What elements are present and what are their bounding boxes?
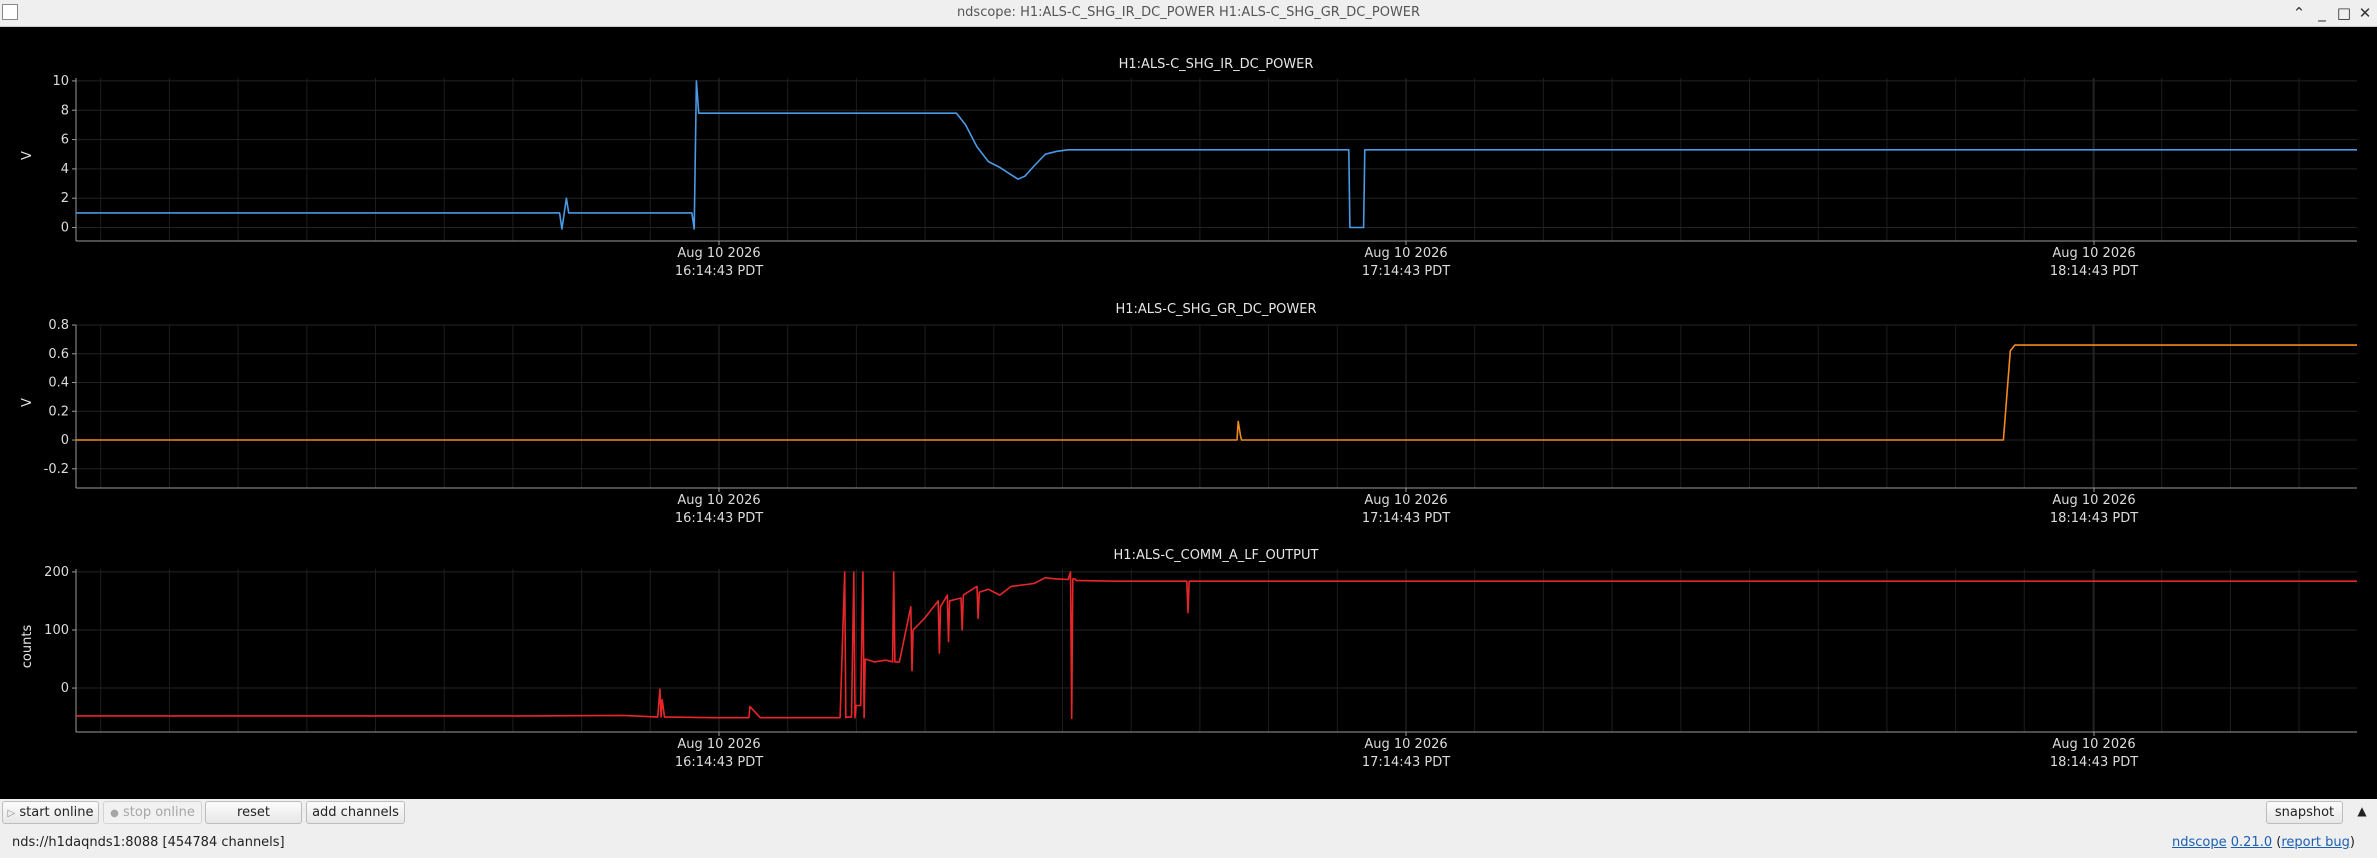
y-tick-label: 0 (61, 681, 69, 696)
x-tick-time: 18:14:43 PDT (2050, 511, 2138, 526)
y-tick-label: 0.2 (48, 404, 69, 419)
y-tick-label: 4 (61, 162, 69, 177)
y-axis-label: V (20, 398, 35, 407)
app-name-link[interactable]: ndscope (2172, 835, 2227, 850)
x-tick-date: Aug 10 2026 (677, 737, 760, 752)
maximize-icon[interactable]: □ (2334, 3, 2354, 23)
stop-online-button: ● stop online (103, 801, 202, 824)
plot-area[interactable]: H1:ALS-C_SHG_IR_DC_POWER V 10 8 6 4 2 0 Aug 10 2… (0, 28, 2377, 799)
y-tick-label: 8 (61, 103, 69, 118)
plot-title: H1:ALS-C_COMM_A_LF_OUTPUT (1114, 548, 1319, 563)
x-tick-date: Aug 10 2026 (2052, 493, 2135, 508)
close-icon[interactable]: ✕ (2355, 3, 2375, 23)
x-tick-time: 17:14:43 PDT (1362, 755, 1450, 770)
y-tick-label: 0.6 (48, 347, 69, 362)
x-tick-date: Aug 10 2026 (1364, 493, 1447, 508)
start-online-label: start online (19, 805, 94, 820)
x-tick-time: 16:14:43 PDT (675, 264, 763, 279)
nds-server-status: nds://h1daqnds1:8088 [454784 channels] (12, 835, 285, 850)
minimize-icon[interactable]: _ (2312, 3, 2332, 23)
version-link[interactable]: 0.21.0 (2231, 835, 2272, 850)
plot-panel-1: H1:ALS-C_SHG_IR_DC_POWER V 10 8 6 4 2 0 Aug 10 2… (20, 57, 2357, 279)
start-online-button[interactable]: ▷ start online (2, 801, 99, 824)
y-tick-label: 100 (44, 623, 69, 638)
reset-button[interactable]: reset (205, 801, 302, 824)
y-tick-label: 10 (52, 74, 69, 89)
plot-panel-2: H1:ALS-C_SHG_GR_DC_POWER V 0.8 0.6 0.4 0.2 0 -0… (20, 302, 2357, 526)
status-bar: nds://h1daqnds1:8088 [454784 channels] n… (0, 826, 2377, 858)
stop-online-label: stop online (123, 805, 195, 820)
x-tick-date: Aug 10 2026 (1364, 246, 1447, 261)
y-tick-label: 6 (61, 133, 69, 148)
x-tick-date: Aug 10 2026 (2052, 737, 2135, 752)
y-tick-label: 0.8 (48, 318, 69, 333)
x-tick-time: 18:14:43 PDT (2050, 755, 2138, 770)
y-axis-label: counts (20, 625, 35, 669)
play-icon: ▷ (7, 808, 16, 819)
series-trace-1 (76, 344, 2357, 441)
x-tick-date: Aug 10 2026 (677, 246, 760, 261)
x-tick-date: Aug 10 2026 (677, 493, 760, 508)
y-tick-label: 0.4 (48, 376, 69, 391)
plots-canvas[interactable]: H1:ALS-C_SHG_IR_DC_POWER V 10 8 6 4 2 0 Aug 10 2… (0, 28, 2377, 799)
plot-title: H1:ALS-C_SHG_IR_DC_POWER (1119, 57, 1314, 72)
y-tick-label: -0.2 (44, 462, 69, 477)
x-tick-time: 16:14:43 PDT (675, 511, 763, 526)
window-title: ndscope: H1:ALS-C_SHG_IR_DC_POWER H1:ALS… (956, 5, 1421, 20)
keep-above-icon[interactable]: ⌃ (2289, 3, 2309, 23)
version-info: ndscope 0.21.0 (report bug) (2171, 835, 2355, 850)
stop-icon: ● (110, 808, 119, 819)
x-tick-time: 17:14:43 PDT (1362, 511, 1450, 526)
y-tick-label: 2 (61, 191, 69, 206)
y-tick-label: 200 (44, 565, 69, 580)
x-tick-time: 18:14:43 PDT (2050, 264, 2138, 279)
window-titlebar: ndscope: H1:ALS-C_SHG_IR_DC_POWER H1:ALS… (0, 0, 2377, 27)
x-tick-time: 16:14:43 PDT (675, 755, 763, 770)
y-tick-label: 0 (61, 221, 69, 236)
y-tick-label: 0 (61, 433, 69, 448)
add-channels-button[interactable]: add channels (306, 801, 405, 824)
snapshot-button[interactable]: snapshot (2266, 801, 2343, 824)
x-tick-time: 17:14:43 PDT (1362, 264, 1450, 279)
y-axis-label: V (20, 151, 35, 160)
series-trace-1 (76, 571, 2357, 720)
x-tick-date: Aug 10 2026 (2052, 246, 2135, 261)
plot-panel-3: H1:ALS-C_COMM_A_LF_OUTPUTcounts 200 100 0 Au… (20, 548, 2357, 770)
report-bug-link[interactable]: report bug (2281, 835, 2350, 850)
plot-title: H1:ALS-C_SHG_GR_DC_POWER (1115, 302, 1316, 317)
expand-arrow-icon[interactable]: ▲ (2352, 804, 2372, 822)
x-tick-date: Aug 10 2026 (1364, 737, 1447, 752)
series-trace-1 (76, 80, 2357, 230)
toolbar: ▷ start online ● stop online reset add c… (0, 799, 2377, 826)
